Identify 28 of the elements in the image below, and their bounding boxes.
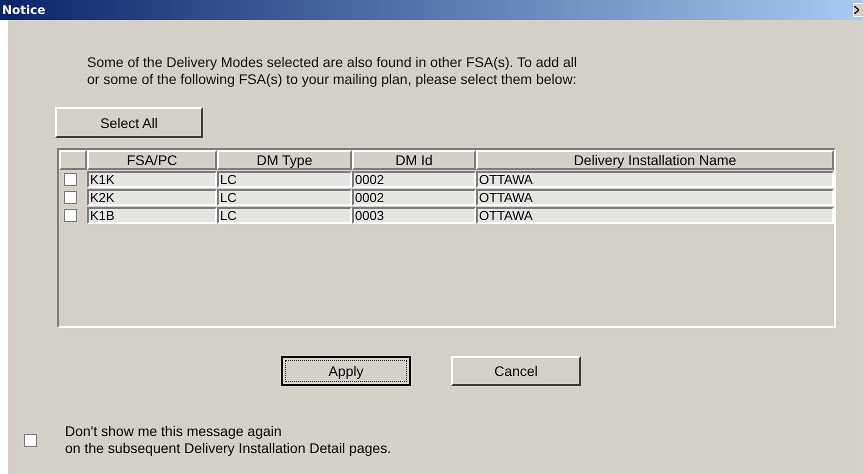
- row-checkbox[interactable]: [64, 173, 77, 186]
- table-cell: OTTAWA: [476, 207, 834, 224]
- column-header[interactable]: Delivery Installation Name: [476, 150, 834, 170]
- column-header[interactable]: DM Type: [217, 150, 352, 170]
- select-all-button[interactable]: Select All: [55, 107, 203, 138]
- table-cell: LC: [217, 207, 352, 224]
- message-text: Some of the Delivery Modes selected are also found in other FSA(s). To add all or some of the following FSA(s) to your mailing plan, please select them below:: [87, 54, 578, 88]
- table-cell: K1K: [87, 171, 217, 188]
- table-cell: LC: [217, 189, 352, 206]
- checkbox-label: Don't show me this message again on the subsequent Delivery Installation Detail pages.: [65, 423, 392, 457]
- cancel-button[interactable]: Cancel: [451, 356, 581, 386]
- row-checkbox[interactable]: [64, 209, 77, 222]
- table-cell: K2K: [87, 189, 217, 206]
- table-cell: K1B: [87, 207, 217, 224]
- column-header[interactable]: FSA/PC: [87, 150, 217, 170]
- column-header[interactable]: DM Id: [352, 150, 476, 170]
- table-cell: 0002: [352, 171, 476, 188]
- window-title: Notice: [2, 3, 46, 17]
- table-cell: OTTAWA: [476, 171, 834, 188]
- table-cell: 0002: [352, 189, 476, 206]
- apply-button[interactable]: Apply: [281, 356, 411, 386]
- close-icon: [854, 6, 859, 14]
- checkbox[interactable]: [24, 434, 37, 446]
- close-button[interactable]: [853, 3, 863, 17]
- table-cell: 0003: [352, 207, 476, 224]
- table-cell: OTTAWA: [476, 189, 834, 206]
- table-cell: LC: [217, 171, 352, 188]
- row-checkbox[interactable]: [64, 191, 77, 204]
